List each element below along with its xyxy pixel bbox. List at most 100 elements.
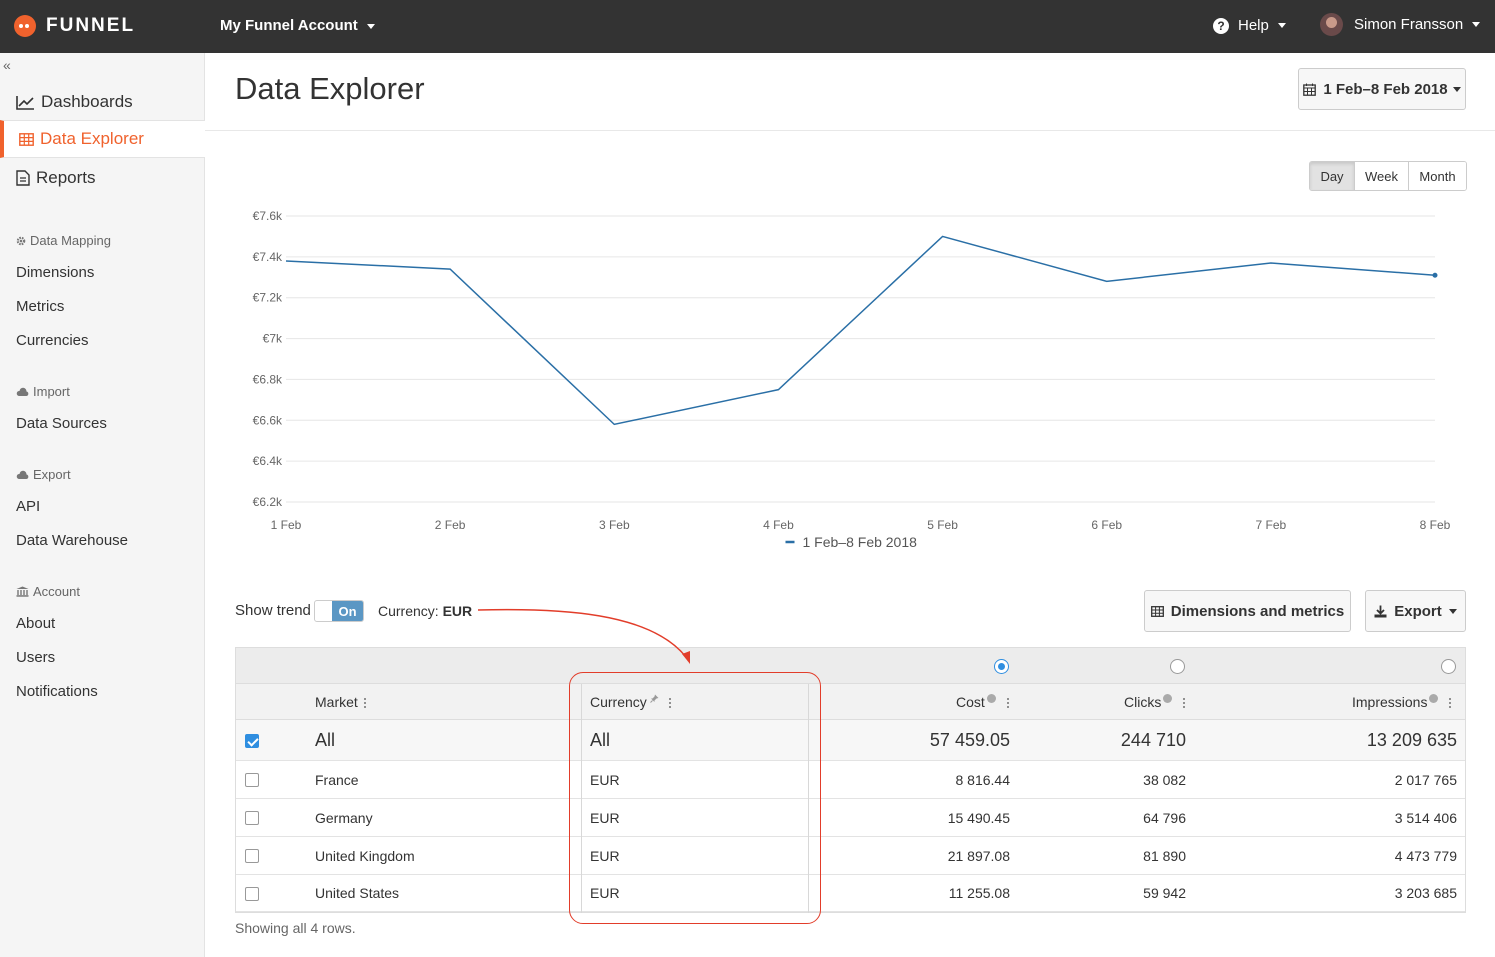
- row-checkbox[interactable]: [245, 849, 259, 863]
- download-icon: [1374, 605, 1387, 617]
- column-menu-icon[interactable]: [1449, 696, 1452, 708]
- x-tick-label: 8 Feb: [1420, 518, 1451, 532]
- export-label: Export: [1394, 602, 1442, 620]
- x-tick-label: 7 Feb: [1256, 518, 1287, 532]
- y-tick-label: €6.4k: [253, 454, 283, 468]
- cloud-icon: [16, 470, 29, 479]
- row-checkbox[interactable]: [245, 887, 259, 901]
- column-menu-icon[interactable]: [1183, 696, 1186, 708]
- period-week-button[interactable]: Week: [1354, 162, 1408, 190]
- impressions-chart-radio[interactable]: [1441, 659, 1456, 674]
- row-checkbox[interactable]: [245, 773, 259, 787]
- nav-reports[interactable]: Reports: [0, 159, 205, 197]
- row-checkbox[interactable]: [245, 811, 259, 825]
- period-month-button[interactable]: Month: [1408, 162, 1466, 190]
- impressions-cell: 3 514 406: [1394, 809, 1457, 826]
- table-row[interactable]: France EUR 8 816.44 38 082 2 017 765: [236, 761, 1465, 799]
- period-day-button[interactable]: Day: [1310, 162, 1354, 190]
- collapse-sidebar-icon[interactable]: «: [3, 57, 11, 73]
- row-checkbox[interactable]: [245, 734, 259, 748]
- x-tick-label: 2 Feb: [435, 518, 466, 532]
- impressions-cell: 3 203 685: [1394, 885, 1457, 901]
- sidebar-item-data-sources[interactable]: Data Sources: [16, 415, 107, 432]
- nav-dashboards[interactable]: Dashboards: [0, 83, 205, 121]
- row-count: Showing all 4 rows.: [235, 920, 356, 936]
- y-tick-label: €6.6k: [253, 413, 283, 427]
- y-tick-label: €7.2k: [253, 291, 283, 305]
- clicks-cell: 38 082: [1143, 771, 1186, 788]
- section-data-mapping: Data Mapping: [16, 233, 111, 248]
- user-menu[interactable]: Simon Fransson: [1320, 13, 1481, 36]
- sidebar-item-about[interactable]: About: [16, 615, 55, 632]
- cost-chart-radio[interactable]: [994, 659, 1009, 674]
- y-tick-label: €6.2k: [253, 495, 283, 509]
- impressions-cell: 2 017 765: [1394, 771, 1457, 788]
- market-column-header[interactable]: Market: [315, 684, 366, 720]
- header-divider: [205, 130, 1495, 131]
- sidebar-item-api[interactable]: API: [16, 498, 40, 515]
- currency-indicator: Currency: EUR: [378, 603, 472, 619]
- page-title: Data Explorer: [235, 71, 425, 106]
- table-row-total[interactable]: All All 57 459.05 244 710 13 209 635: [236, 720, 1465, 761]
- clicks-cell: 244 710: [1120, 729, 1186, 750]
- market-cell: United States: [315, 885, 400, 901]
- market-cell: United Kingdom: [315, 847, 415, 864]
- funnel-logo-icon: [14, 15, 36, 37]
- table-row[interactable]: Germany EUR 15 490.45 64 796 3 514 406: [236, 799, 1465, 837]
- market-cell: France: [315, 771, 359, 788]
- period-toggle: Day Week Month: [1309, 161, 1467, 191]
- dimensions-and-metrics-button[interactable]: Dimensions and metrics: [1144, 590, 1351, 632]
- sidebar-item-notifications[interactable]: Notifications: [16, 683, 98, 700]
- section-import: Import: [16, 384, 70, 399]
- y-tick-label: €7.6k: [253, 209, 283, 223]
- user-name: Simon Fransson: [1354, 16, 1464, 33]
- sidebar-item-data-warehouse[interactable]: Data Warehouse: [16, 532, 128, 549]
- y-tick-label: €6.8k: [253, 372, 283, 386]
- nav-data-explorer[interactable]: Data Explorer: [0, 120, 205, 158]
- market-cell: All: [315, 729, 336, 750]
- chevron-down-icon: [366, 23, 375, 29]
- sidebar-item-metrics[interactable]: Metrics: [16, 298, 64, 315]
- table-icon: [1150, 605, 1164, 617]
- y-tick-label: €7k: [263, 332, 283, 346]
- column-menu-icon[interactable]: [1006, 696, 1009, 708]
- funnel-logo[interactable]: FUNNEL: [14, 13, 135, 39]
- sidebar-item-users[interactable]: Users: [16, 649, 55, 666]
- cost-cell: 57 459.05: [929, 729, 1010, 750]
- calendar-icon: [1303, 83, 1317, 96]
- data-point: [1432, 272, 1438, 278]
- currency-label: Currency:: [378, 603, 439, 619]
- column-menu-icon[interactable]: [363, 696, 366, 708]
- data-table: Market Currency Cost Clicks Impressions …: [235, 647, 1466, 913]
- clicks-column-header[interactable]: Clicks: [1124, 684, 1186, 720]
- table-row[interactable]: United Kingdom EUR 21 897.08 81 890 4 47…: [236, 837, 1465, 875]
- sidebar-item-dimensions[interactable]: Dimensions: [16, 264, 94, 281]
- document-icon: [16, 170, 30, 186]
- question-icon: ?: [1213, 17, 1229, 34]
- bank-icon: [16, 586, 29, 597]
- chevron-down-icon: [1277, 23, 1286, 28]
- cloud-icon: [16, 387, 29, 396]
- show-trend-toggle[interactable]: On: [314, 600, 364, 622]
- clicks-cell: 64 796: [1143, 809, 1186, 826]
- table-icon: [19, 132, 34, 146]
- cost-column-header[interactable]: Cost: [956, 684, 1009, 720]
- cost-cell: 8 816.44: [955, 771, 1011, 788]
- impressions-column-header[interactable]: Impressions: [1352, 684, 1452, 720]
- sidebar-item-currencies[interactable]: Currencies: [16, 332, 89, 349]
- help-dropdown[interactable]: ? Help: [1213, 17, 1286, 34]
- cost-cell: 11 255.08: [948, 885, 1010, 901]
- info-badge-icon: [1429, 693, 1439, 703]
- impressions-cell: 4 473 779: [1394, 847, 1457, 864]
- date-range-button[interactable]: 1 Feb–8 Feb 2018: [1298, 68, 1466, 110]
- chevron-down-icon: [1452, 86, 1461, 92]
- info-badge-icon: [1163, 693, 1173, 703]
- show-trend-label: Show trend: [235, 602, 311, 619]
- cost-cell: 15 490.45: [947, 809, 1010, 826]
- legend-label: 1 Feb–8 Feb 2018: [803, 534, 918, 550]
- clicks-chart-radio[interactable]: [1170, 659, 1185, 674]
- table-row[interactable]: United States EUR 11 255.08 59 942 3 203…: [236, 875, 1465, 912]
- chevron-down-icon: [1472, 22, 1481, 27]
- export-button[interactable]: Export: [1365, 590, 1466, 632]
- account-dropdown[interactable]: My Funnel Account: [220, 17, 375, 34]
